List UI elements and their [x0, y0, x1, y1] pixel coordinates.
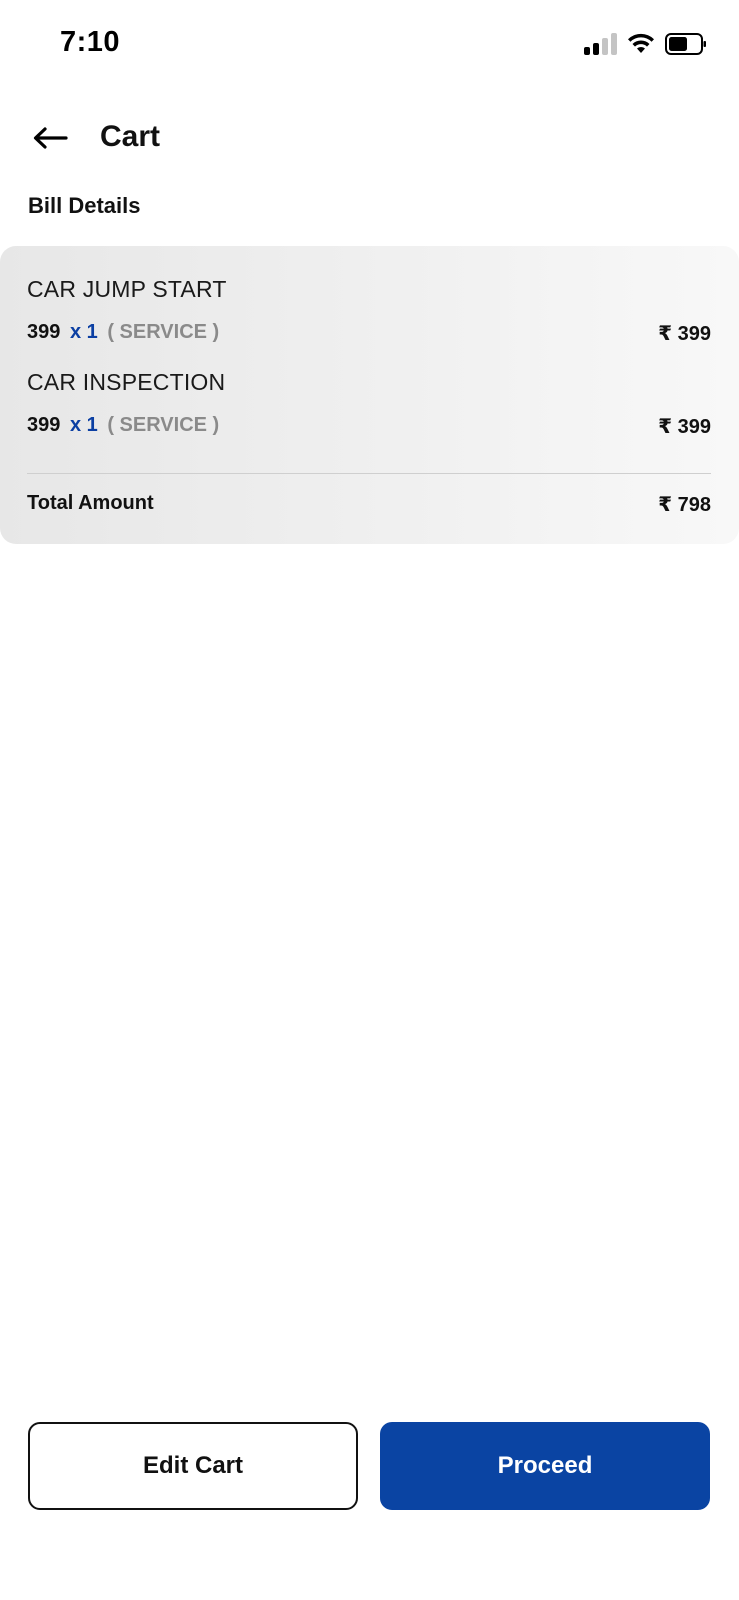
cellular-signal-icon	[584, 33, 617, 55]
wifi-icon	[628, 33, 654, 53]
item-row: 399 x 1 ( SERVICE ) ₹ 399	[27, 321, 711, 347]
item-quantity: x 1	[69, 414, 98, 436]
item-quantity: x 1	[69, 321, 98, 343]
item-type: ( SERVICE )	[107, 321, 220, 343]
cart-screen: 7:10 Cart Bill Details CAR JUMP START 39…	[0, 0, 739, 1600]
total-label: Total Amount	[27, 492, 154, 514]
item-amount: ₹ 399	[658, 323, 711, 345]
item-price: 399	[27, 414, 61, 436]
item-name: CAR JUMP START	[27, 276, 227, 302]
header: Cart	[0, 110, 739, 166]
arrow-left-icon	[33, 127, 68, 149]
bill-details-title: Bill Details	[28, 193, 141, 218]
item-row: 399 x 1 ( SERVICE ) ₹ 399	[27, 414, 711, 440]
page-title: Cart	[100, 120, 161, 153]
back-button[interactable]	[28, 116, 72, 160]
total-row: Total Amount ₹ 798	[27, 492, 711, 520]
battery-icon	[665, 33, 706, 55]
proceed-button[interactable]: Proceed	[380, 1422, 710, 1510]
bill-item: CAR JUMP START 399 x 1 ( SERVICE ) ₹ 399	[27, 276, 711, 347]
bill-item: CAR INSPECTION 399 x 1 ( SERVICE ) ₹ 399	[27, 369, 711, 440]
item-amount: ₹ 399	[658, 416, 711, 438]
status-time: 7:10	[60, 26, 121, 58]
item-name: CAR INSPECTION	[27, 369, 226, 395]
item-type: ( SERVICE )	[107, 414, 220, 436]
total-value: ₹ 798	[658, 494, 711, 516]
divider	[27, 473, 711, 474]
edit-cart-button[interactable]: Edit Cart	[28, 1422, 358, 1510]
item-price: 399	[27, 321, 61, 343]
status-icons	[584, 30, 707, 58]
